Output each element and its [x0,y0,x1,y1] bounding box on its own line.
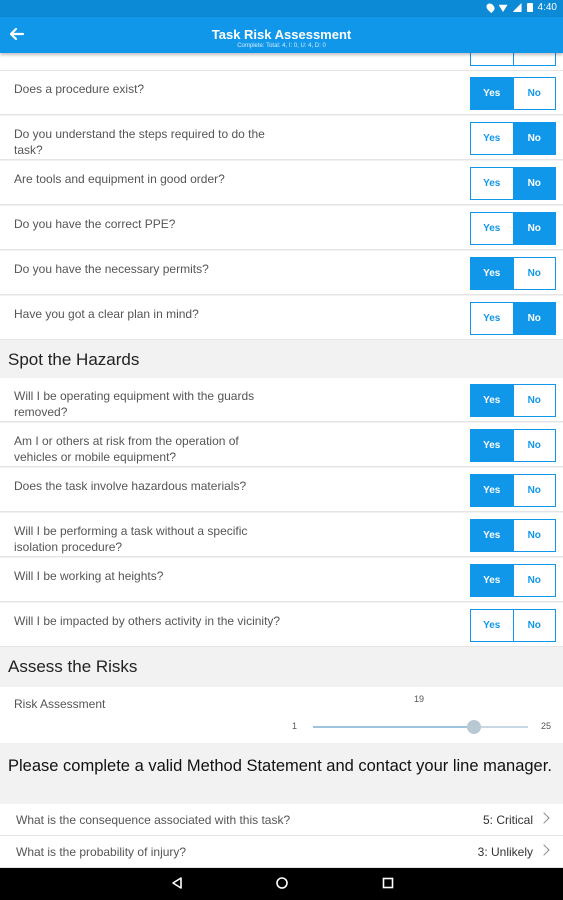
yes-button[interactable]: Yes [471,168,513,199]
clock: 4:40 [537,2,557,13]
chevron-right-icon [538,812,550,824]
question-row: Does a procedure exist? Yes No [0,71,563,115]
question-row: Are tools and equipment in good order? Ye… [0,161,563,205]
yes-no-toggle: Yes No [470,519,556,552]
question-text: Do you understand the steps required to … [14,127,265,157]
question-text: Does the task involve hazardous material… [14,479,247,493]
yes-no-toggle: Yes No [470,122,556,155]
yes-no-toggle: Yes No [470,564,556,597]
no-button[interactable]: No [512,123,555,154]
yes-no-toggle: Yes No [470,384,556,417]
question-row: Will I be operating equipment with the g… [0,378,563,422]
slider-max: 25 [541,721,552,731]
detail-question: What is the probability of injury? [16,845,187,859]
section-header-risks: Assess the Risks [0,649,563,687]
yes-button[interactable]: Yes [471,258,513,289]
slider-min: 1 [292,721,298,731]
no-button[interactable]: No [512,303,555,334]
status-bar: 4:40 [0,0,563,17]
question-text: Am I or others at risk from the operatio… [14,434,239,464]
question-row: Will I be impacted by others activity in… [0,603,563,647]
yes-no-toggle: Yes No [470,257,556,290]
risk-assessment-label: Risk Assessment [14,697,106,711]
question-row: Yes No [0,53,563,71]
yes-no-toggle: Yes No [470,302,556,335]
triangle-back-icon[interactable] [170,876,184,890]
warning-message: Please complete a valid Method Statement… [0,751,563,777]
slider-thumb[interactable] [467,720,482,734]
yes-no-toggle: Yes No [470,212,556,245]
question-text: Will I be working at heights? [14,569,164,583]
question-text: Have you got a clear plan in mind? [14,307,199,321]
chevron-right-icon [538,844,550,856]
question-text: Will I be operating equipment with the g… [14,389,255,419]
slider-fill [313,726,475,728]
yes-button[interactable]: Yes [471,78,513,109]
yes-button[interactable]: Yes [471,53,513,65]
no-button[interactable]: No [512,78,555,109]
yes-no-toggle: Yes No [470,429,556,462]
question-row: Will I be working at heights? Yes No [0,558,563,602]
detail-value: 5: Critical [482,813,533,827]
yes-button[interactable]: Yes [471,213,513,244]
yes-button[interactable]: Yes [471,520,513,551]
location-icon [484,1,496,14]
no-button[interactable]: No [512,430,555,461]
yes-button[interactable]: Yes [471,303,513,334]
completion-summary: Complete: Total: 4, I: 0, U: 4, D: 0 [237,43,326,49]
question-text: Will I be impacted by others activity in… [14,614,281,628]
no-button[interactable]: No [512,53,555,65]
yes-no-toggle: Yes No [470,474,556,507]
question-text: Are tools and equipment in good order? [14,172,225,186]
detail-row-consequence[interactable]: What is the consequence associated with … [0,804,563,836]
yes-no-toggle: Yes No [470,167,556,200]
yes-no-toggle: Yes No [470,609,556,642]
no-button[interactable]: No [512,610,555,641]
question-row: Will I be performing a task without a sp… [0,513,563,557]
question-row: Am I or others at risk from the operatio… [0,423,563,467]
risk-slider[interactable] [313,720,528,734]
yes-no-toggle: Yes No [470,77,556,110]
no-button[interactable]: No [512,168,555,199]
section-header-hazards: Spot the Hazards [0,340,563,378]
no-button[interactable]: No [512,258,555,289]
page-title: Task Risk Assessment [211,27,352,42]
yes-button[interactable]: Yes [471,610,513,641]
question-text: Do you have the necessary permits? [14,262,209,276]
yes-button[interactable]: Yes [471,430,513,461]
question-text: Will I be performing a task without a sp… [14,524,248,554]
question-text: Do you have the correct PPE? [14,217,176,231]
yes-button[interactable]: Yes [471,565,513,596]
yes-button[interactable]: Yes [471,475,513,506]
detail-row-probability[interactable]: What is the probability of injury? 3: Un… [0,836,563,868]
wifi-icon [498,4,508,12]
circle-home-icon[interactable] [275,876,289,890]
form-content[interactable]: Yes No Does a procedure exist?YesNoDo yo… [0,53,563,868]
no-button[interactable]: No [512,520,555,551]
question-row: Does the task involve hazardous material… [0,468,563,512]
question-row: Have you got a clear plan in mind? Yes No [0,296,563,340]
yes-no-toggle: Yes No [470,53,556,66]
signal-icon [512,3,522,12]
no-button[interactable]: No [512,213,555,244]
detail-question: What is the consequence associated with … [16,813,291,827]
risk-value: 19 [414,694,425,704]
square-recents-icon[interactable] [381,876,395,890]
question-row: Do you have the correct PPE? Yes No [0,206,563,250]
question-row: Do you understand the steps required to … [0,116,563,160]
yes-button[interactable]: Yes [471,385,513,416]
yes-button[interactable]: Yes [471,123,513,154]
detail-value: 3: Unlikely [477,845,533,859]
no-button[interactable]: No [512,565,555,596]
no-button[interactable]: No [512,385,555,416]
app-bar: Task Risk Assessment Complete: Total: 4,… [0,17,563,53]
battery-icon [526,3,533,12]
no-button[interactable]: No [512,475,555,506]
question-row: Do you have the necessary permits? Yes No [0,251,563,295]
question-text: Does a procedure exist? [14,82,145,96]
risk-assessment-row: Risk Assessment 19 1 25 [0,687,563,743]
system-nav-bar [0,868,563,900]
